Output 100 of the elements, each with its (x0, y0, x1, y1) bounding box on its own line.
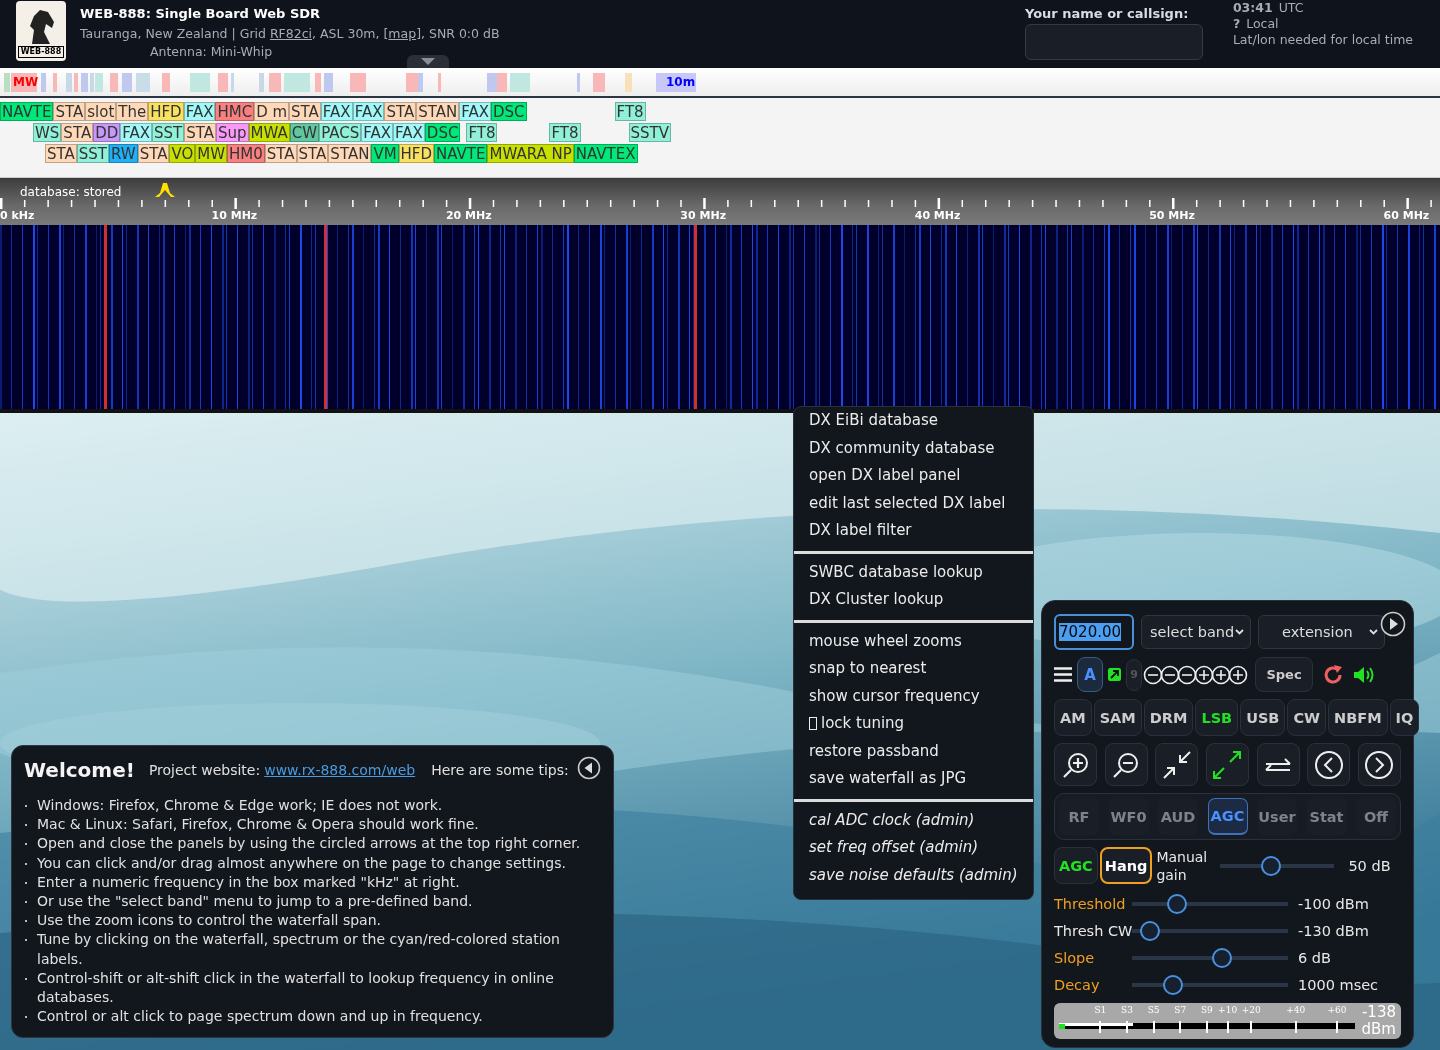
menu-item[interactable]: SWBC database lookup (794, 558, 1033, 586)
panel-tab[interactable]: AGC (1207, 798, 1248, 835)
map-link[interactable]: map (388, 26, 417, 41)
station-label[interactable]: FAX (361, 123, 394, 142)
zoom-minus-button[interactable] (1143, 664, 1163, 685)
play-button[interactable] (1380, 611, 1406, 637)
menu-item[interactable]: mouse wheel zooms (794, 627, 1033, 655)
band-select[interactable]: select band (1141, 615, 1251, 649)
extension-select[interactable]: extension (1258, 615, 1385, 649)
agc-button[interactable]: AGC (1054, 847, 1098, 884)
mode-button[interactable]: SAM (1093, 699, 1142, 736)
station-label[interactable]: FT8 (614, 102, 646, 121)
menu-item[interactable]: lock tuning (794, 710, 1033, 738)
station-label[interactable]: SST (76, 144, 109, 163)
station-label[interactable]: MW (195, 144, 228, 163)
mode-button[interactable]: LSB (1195, 699, 1239, 736)
spec-button[interactable]: Spec (1255, 657, 1313, 692)
station-label[interactable]: HFD (148, 102, 184, 121)
slider-thumb[interactable] (1212, 947, 1233, 968)
menu-item[interactable]: restore passband (794, 737, 1033, 765)
station-label[interactable]: STA (296, 144, 329, 163)
slider-thumb[interactable] (1260, 855, 1281, 876)
popout-button[interactable] (1108, 668, 1121, 681)
mode-button[interactable]: NBFM (1328, 699, 1388, 736)
menu-item[interactable]: save noise defaults (admin) (794, 861, 1033, 889)
station-label[interactable]: RW (109, 144, 138, 163)
station-label[interactable]: MWARA NP (487, 144, 574, 163)
mode-button[interactable]: CW (1287, 699, 1327, 736)
menu-item[interactable]: edit last selected DX label (794, 489, 1033, 517)
station-label[interactable]: Sup (216, 123, 249, 142)
collapse-tab[interactable] (407, 55, 449, 68)
frequency-field[interactable]: 7020.00 (1054, 614, 1134, 650)
station-label[interactable]: SSTV (628, 123, 671, 142)
menu-item[interactable]: save waterfall as JPG (794, 765, 1033, 793)
menu-item[interactable]: open DX label panel (794, 462, 1033, 490)
zoom-plus-button[interactable] (1228, 664, 1248, 685)
menu-item[interactable]: cal ADC clock (admin) (794, 806, 1033, 834)
mode-button[interactable]: IQ (1389, 699, 1420, 736)
menu-item[interactable]: DX community database (794, 434, 1033, 462)
tuning-marker-icon[interactable] (155, 183, 175, 197)
slider-thumb[interactable] (1140, 920, 1161, 941)
hang-button[interactable]: Hang (1099, 847, 1153, 884)
station-label[interactable]: FAX (393, 123, 425, 142)
station-label[interactable]: FAX (183, 102, 216, 121)
station-label[interactable]: VM (371, 144, 399, 163)
checkbox[interactable] (809, 717, 817, 731)
station-label[interactable]: D m (254, 102, 290, 121)
zoom-plus-button[interactable] (1211, 664, 1231, 685)
station-label[interactable]: STAN (328, 144, 372, 163)
arrows-inward-button[interactable] (1155, 743, 1199, 786)
waterfall-drawing[interactable] (0, 225, 1440, 413)
station-label[interactable]: FAX (120, 123, 153, 142)
station-label[interactable]: NAVTE (434, 144, 488, 163)
station-label[interactable]: HM0 (227, 144, 265, 163)
station-label[interactable]: MWA (248, 123, 290, 142)
grid-link[interactable]: RF82ci (269, 26, 313, 41)
station-label[interactable]: FT8 (549, 123, 581, 142)
zoom-minus-button[interactable] (1177, 664, 1197, 685)
double-arrow-button[interactable] (1256, 743, 1300, 786)
mode-button[interactable]: AM (1054, 699, 1092, 736)
zoom-minus-button[interactable] (1160, 664, 1180, 685)
station-label[interactable]: STA (264, 144, 297, 163)
arrows-outward-button[interactable] (1205, 743, 1249, 786)
station-label[interactable]: NAVTEX (573, 144, 638, 163)
reload-button[interactable] (1322, 663, 1344, 686)
station-label[interactable]: STA (53, 102, 86, 121)
vfo-button[interactable]: A (1077, 657, 1103, 692)
mode-button[interactable]: USB (1240, 699, 1286, 736)
station-label[interactable]: STA (289, 102, 321, 121)
menu-item[interactable]: set freq offset (admin) (794, 834, 1033, 862)
station-label[interactable]: SST (152, 123, 185, 142)
station-label[interactable]: HMC (215, 102, 255, 121)
station-label[interactable]: WS (33, 123, 62, 142)
callsign-field[interactable] (1024, 24, 1203, 60)
collapse-button[interactable] (577, 756, 601, 780)
station-label[interactable]: STAN (416, 102, 460, 121)
station-label[interactable]: DSC (491, 102, 527, 121)
menu-button[interactable] (1054, 667, 1072, 682)
station-label[interactable]: STA (184, 123, 217, 142)
website-link[interactable]: www.rx-888.com/web (264, 762, 416, 778)
menu-item[interactable]: DX label filter (794, 517, 1033, 545)
zoom-plus-button[interactable] (1194, 664, 1214, 685)
station-label[interactable]: STA (61, 123, 94, 142)
menu-item[interactable]: show cursor frequency (794, 682, 1033, 710)
station-label[interactable]: FT8 (466, 123, 498, 142)
station-label[interactable]: CW (289, 123, 320, 142)
station-label[interactable]: VO (169, 144, 196, 163)
station-label[interactable]: NAVTE (0, 102, 54, 121)
menu-item[interactable]: DX EiBi database (794, 407, 1033, 435)
menu-item[interactable]: DX Cluster lookup (794, 586, 1033, 614)
station-label[interactable]: slot (85, 102, 117, 121)
mode-button[interactable]: DRM (1143, 699, 1194, 736)
station-label[interactable]: FAX (320, 102, 353, 121)
station-label[interactable]: FAX (459, 102, 492, 121)
station-label[interactable]: STA (45, 144, 77, 163)
station-label[interactable]: The (116, 102, 149, 121)
station-label[interactable]: DD (93, 123, 121, 142)
station-label[interactable]: STA (137, 144, 170, 163)
zoom-out-button[interactable] (1104, 743, 1148, 786)
slider-thumb[interactable] (1163, 974, 1184, 995)
